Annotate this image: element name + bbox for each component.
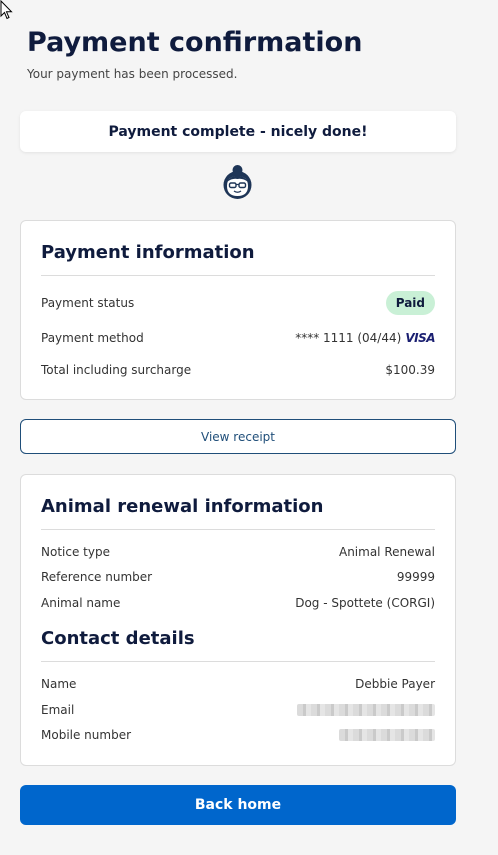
- payment-method-label: Payment method: [41, 331, 144, 345]
- page-title: Payment confirmation: [27, 27, 363, 58]
- total-label: Total including surcharge: [41, 363, 192, 377]
- success-banner: Payment complete - nicely done!: [20, 111, 456, 152]
- notice-type-label: Notice type: [41, 545, 110, 559]
- animal-name-value: Dog - Spottete (CORGI): [295, 596, 435, 610]
- reference-number-value: 99999: [396, 570, 435, 584]
- payment-method-row: Payment method **** 1111 (04/44) VISA: [41, 329, 435, 347]
- view-receipt-button[interactable]: View receipt: [20, 419, 456, 454]
- animal-name-label: Animal name: [41, 596, 121, 610]
- status-badge: Paid: [385, 291, 435, 315]
- payment-method-value: **** 1111 (04/44): [295, 331, 402, 345]
- view-receipt-label: View receipt: [201, 429, 275, 444]
- contact-name-row: Name Debbie Payer: [41, 675, 435, 693]
- payment-status-label: Payment status: [41, 296, 135, 310]
- payment-information-card: Payment information Payment status Paid …: [20, 220, 456, 400]
- contact-mobile-label: Mobile number: [41, 728, 132, 742]
- avatar-icon: [223, 165, 252, 199]
- mouse-cursor-icon: [0, 0, 13, 20]
- back-home-button[interactable]: Back home: [20, 785, 456, 825]
- animal-name-row: Animal name Dog - Spottete (CORGI): [41, 594, 435, 612]
- contact-email-row: Email: [41, 701, 435, 719]
- redacted-email-value: [297, 704, 435, 716]
- contact-details-heading: Contact details: [41, 628, 195, 649]
- reference-number-label: Reference number: [41, 570, 153, 584]
- notice-type-value: Animal Renewal: [338, 545, 435, 559]
- divider: [41, 529, 435, 530]
- divider: [41, 661, 435, 662]
- contact-mobile-row: Mobile number: [41, 726, 435, 744]
- notice-type-row: Notice type Animal Renewal: [41, 543, 435, 561]
- contact-name-label: Name: [41, 677, 77, 691]
- contact-email-label: Email: [41, 703, 75, 717]
- contact-name-value: Debbie Payer: [355, 677, 435, 691]
- payment-information-heading: Payment information: [41, 242, 255, 263]
- animal-renewal-heading: Animal renewal information: [41, 496, 324, 517]
- reference-number-row: Reference number 99999: [41, 568, 435, 586]
- animal-renewal-card: Animal renewal information Notice type A…: [20, 474, 456, 766]
- total-row: Total including surcharge $100.39: [41, 361, 435, 379]
- page-subtitle: Your payment has been processed.: [27, 67, 238, 81]
- back-home-label: Back home: [194, 797, 282, 813]
- divider: [41, 275, 435, 276]
- total-value: $100.39: [385, 363, 435, 377]
- success-banner-text: Payment complete - nicely done!: [108, 123, 368, 140]
- visa-logo-icon: VISA: [405, 331, 435, 345]
- payment-status-row: Payment status Paid: [41, 289, 435, 317]
- redacted-mobile-value: [339, 729, 435, 741]
